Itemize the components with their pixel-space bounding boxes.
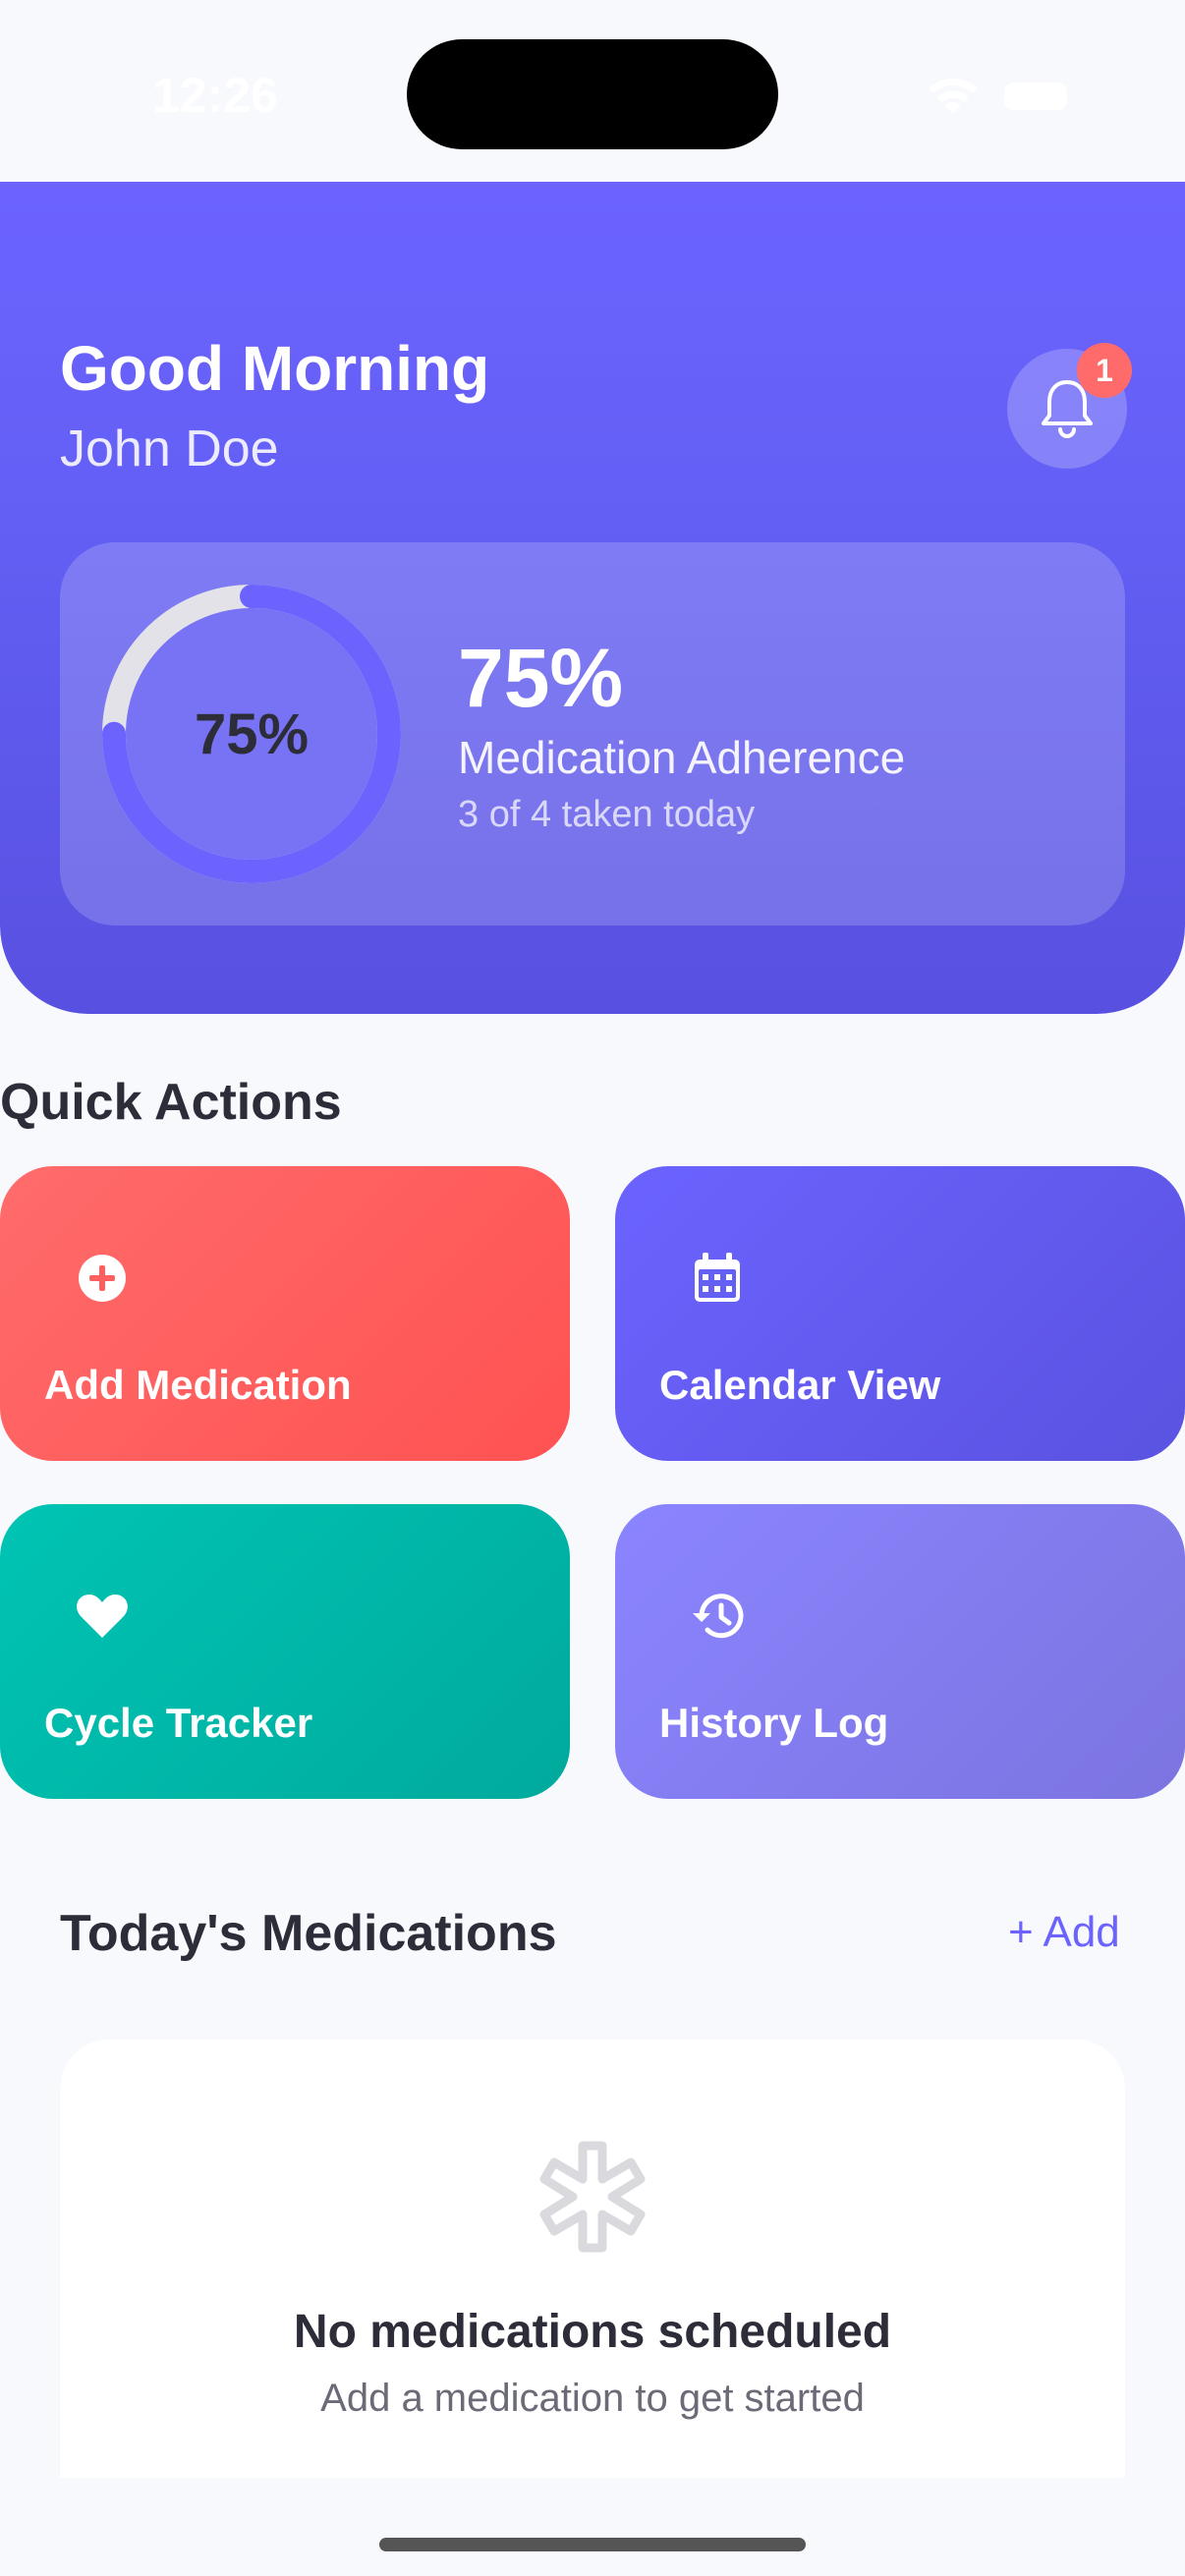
todays-medications-title: Today's Medications	[60, 1905, 557, 1962]
user-name: John Doe	[60, 420, 279, 477]
adherence-card: 75% 75% Medication Adherence 3 of 4 take…	[60, 542, 1125, 925]
medical-asterisk-icon	[539, 2141, 646, 2253]
add-medication-button[interactable]: Add Medication	[0, 1166, 570, 1461]
ring-percent-label: 75%	[194, 701, 310, 766]
history-icon	[680, 1579, 755, 1653]
greeting-title: Good Morning	[60, 333, 490, 404]
history-log-button[interactable]: History Log	[615, 1504, 1185, 1799]
add-medication-link[interactable]: + Add	[1008, 1908, 1120, 1957]
battery-icon	[1004, 83, 1067, 110]
home-indicator[interactable]	[379, 2538, 806, 2551]
empty-state-subtitle: Add a medication to get started	[320, 2377, 865, 2420]
history-log-label: History Log	[659, 1700, 889, 1746]
status-bar: 12:26	[0, 0, 1185, 187]
plus-circle-icon	[65, 1241, 140, 1316]
calendar-icon	[680, 1241, 755, 1316]
app-screen: 12:26 Good Morning John Doe 1 75% 75% Me…	[0, 0, 1185, 2576]
notification-badge: 1	[1077, 343, 1132, 398]
adherence-label: Medication Adherence	[458, 732, 906, 783]
quick-actions-title: Quick Actions	[0, 1074, 342, 1131]
adherence-percent: 75%	[458, 632, 624, 724]
dynamic-island	[407, 39, 778, 149]
cycle-tracker-button[interactable]: Cycle Tracker	[0, 1504, 570, 1799]
wifi-icon	[929, 78, 978, 114]
heart-icon	[65, 1579, 140, 1653]
empty-state-title: No medications scheduled	[293, 2306, 892, 2358]
add-medication-label: Add Medication	[44, 1362, 352, 1408]
status-time: 12:26	[152, 68, 278, 123]
cycle-tracker-label: Cycle Tracker	[44, 1700, 313, 1746]
calendar-view-button[interactable]: Calendar View	[615, 1166, 1185, 1461]
adherence-summary: 3 of 4 taken today	[458, 794, 756, 835]
header: Good Morning John Doe 1 75% 75% Medicati…	[0, 182, 1185, 1014]
medications-empty-state: No medications scheduled Add a medicatio…	[60, 2040, 1125, 2478]
calendar-view-label: Calendar View	[659, 1362, 941, 1408]
